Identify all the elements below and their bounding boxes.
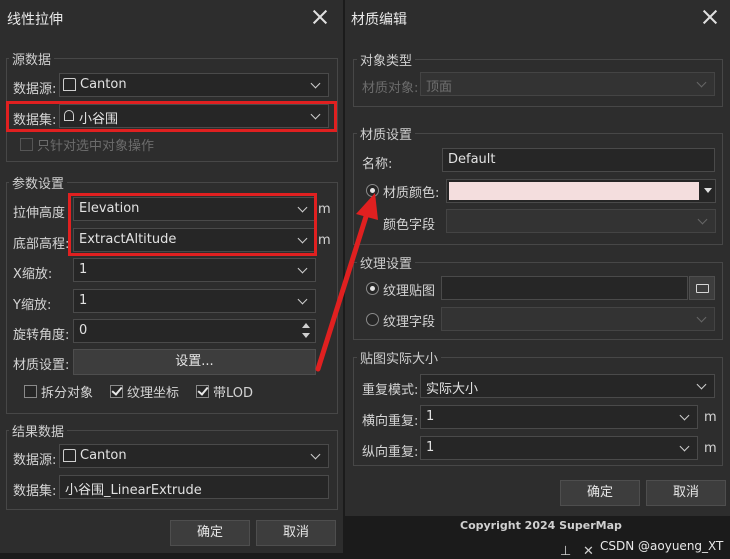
annotation-arrow [315,193,378,372]
